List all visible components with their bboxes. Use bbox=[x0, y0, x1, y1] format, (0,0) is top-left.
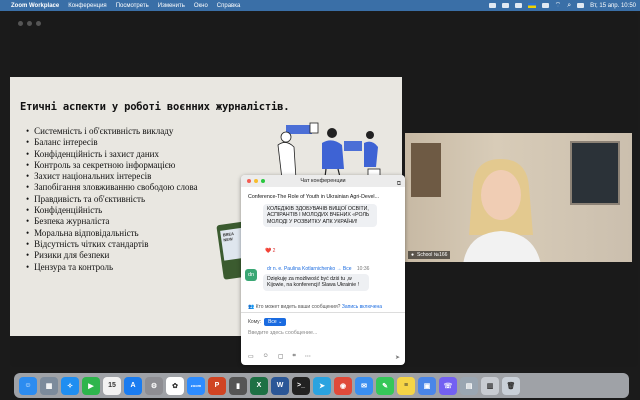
slide-bullet: Захист національних інтересів bbox=[26, 171, 198, 182]
video-board bbox=[570, 141, 620, 205]
launcher-icon[interactable]: ▮ bbox=[229, 376, 247, 395]
file-icon[interactable]: ▢ bbox=[278, 353, 284, 360]
screenshot-icon[interactable]: ⌗ bbox=[292, 353, 295, 360]
chat-message[interactable]: Dziękuję za możliwość być dziś tu ,w Kij… bbox=[263, 274, 369, 291]
zoom-tray-icon[interactable] bbox=[488, 3, 496, 8]
menu-window[interactable]: Окно bbox=[194, 3, 208, 9]
excel-icon[interactable]: X bbox=[250, 376, 268, 395]
word-icon[interactable]: W bbox=[271, 376, 289, 395]
slide-bullet: Відсутність чітких стандартів bbox=[26, 239, 198, 250]
wifi-icon[interactable]: ⌔ bbox=[555, 1, 562, 10]
app-store-icon[interactable]: A bbox=[124, 376, 142, 395]
zoom-window-button[interactable] bbox=[36, 21, 41, 26]
microphone-icon: ● bbox=[411, 252, 415, 258]
photos-icon[interactable]: ✿ bbox=[166, 376, 184, 395]
launchpad-icon[interactable]: ▦ bbox=[40, 376, 58, 395]
slide-bullet: Правдивість та об'єктивність bbox=[26, 194, 198, 205]
mail-icon[interactable]: ✉ bbox=[355, 376, 373, 395]
viber-icon[interactable]: ☏ bbox=[439, 376, 457, 395]
recipient-select[interactable]: Все ⌄ bbox=[264, 318, 287, 326]
terminal-icon[interactable]: >_ bbox=[292, 376, 310, 395]
slide-bullet: Контроль за секретною інформацією bbox=[26, 160, 198, 171]
minimize-window-button[interactable] bbox=[27, 21, 32, 26]
chat-message[interactable]: КОЛЕДЖІВ ЗДОБУВАЧІВ ВИЩОЇ ОСВІТИ, АСПІРА… bbox=[263, 204, 377, 227]
menu-view[interactable]: Посмотреть bbox=[116, 3, 149, 9]
avatar: dn bbox=[245, 269, 257, 281]
participant-figure bbox=[463, 159, 541, 262]
telegram-icon[interactable]: ➤ bbox=[313, 376, 331, 395]
emoji-icon[interactable]: ☺ bbox=[263, 353, 269, 360]
chat-message-input[interactable]: Введите здесь сообщение... bbox=[248, 330, 317, 336]
status-tray: ⌔ ⌕ Вт, 15 апр. 10:50 bbox=[488, 0, 636, 11]
format-icon[interactable]: ▭ bbox=[248, 353, 254, 360]
participant-name-badge: ● School №166 bbox=[408, 251, 451, 259]
chat-tray-icon[interactable] bbox=[501, 3, 509, 8]
chat-zoom-button[interactable] bbox=[261, 179, 265, 183]
spotlight-icon[interactable]: ⌕ bbox=[567, 2, 571, 10]
more-icon[interactable]: ⋯ bbox=[305, 353, 311, 360]
popout-icon[interactable]: ⧉ bbox=[397, 178, 401, 190]
recipient-label: Кому: bbox=[248, 319, 262, 325]
clock[interactable]: Вт, 15 апр. 10:50 bbox=[590, 3, 636, 9]
calendar-icon[interactable]: 15 bbox=[103, 376, 121, 395]
downloads-icon[interactable]: ▥ bbox=[481, 376, 499, 395]
slide-title: Етичні аспекти у роботі воєнних журналіс… bbox=[20, 101, 290, 113]
chat-close-button[interactable] bbox=[247, 179, 251, 183]
recording-notice: Запись включена bbox=[341, 304, 383, 310]
visibility-notice: 👥 Кто может видеть ваши сообщения? Запис… bbox=[248, 304, 382, 310]
slide-bullet: Запобігання зловживанню свободою слова bbox=[26, 182, 197, 193]
menu-conference[interactable]: Конференция bbox=[68, 3, 106, 9]
slide-bullet: Конфіденційність bbox=[26, 205, 198, 216]
chat-toolbar: ▭ ☺ ▢ ⌗ ⋯ bbox=[248, 353, 398, 360]
menu-edit[interactable]: Изменить bbox=[158, 3, 185, 9]
slide-bullet: Баланс інтересів bbox=[26, 137, 198, 148]
participant-name: School №166 bbox=[417, 252, 448, 258]
battery-icon[interactable] bbox=[541, 3, 549, 8]
notes-icon[interactable]: ≡ bbox=[397, 376, 415, 395]
messages-icon[interactable]: ✎ bbox=[376, 376, 394, 395]
video-shelf bbox=[411, 143, 441, 197]
dock: ☺ ▦ ✧ ▶ 15 A ⚙ ✿ zoom P ▮ X W >_ ➤ ◉ ✉ ✎ ≡ ▣ ☏ ▤ ▥ 🗑 bbox=[14, 373, 629, 398]
slide-bullet: Ризики для безпеки bbox=[26, 250, 198, 261]
chat-title-bar: Чат конференции ⧉ bbox=[241, 175, 405, 187]
send-icon[interactable]: ➤ bbox=[395, 354, 400, 361]
message-sender: dr n. e. Paulina Kotlarnichenko → Все 10… bbox=[267, 266, 369, 272]
menu-app-name[interactable]: Zoom Workplace bbox=[11, 3, 59, 9]
app-blue-icon[interactable]: ▣ bbox=[418, 376, 436, 395]
chat-divider bbox=[241, 312, 405, 313]
zoom-icon[interactable]: zoom bbox=[187, 376, 205, 395]
close-window-button[interactable] bbox=[18, 21, 23, 26]
trash-icon[interactable]: 🗑 bbox=[502, 376, 520, 395]
participant-video[interactable]: ● School №166 bbox=[405, 133, 632, 262]
slide-bullet: Конфіденційність і захист даних bbox=[26, 149, 198, 160]
slide-bullet: Цензура та контроль bbox=[26, 262, 198, 273]
slide-bullet-list: Системність і об'єктивність викладу Бала… bbox=[26, 126, 198, 273]
people-icon: 👥 bbox=[248, 304, 255, 310]
chat-title: Чат конференции bbox=[300, 178, 346, 184]
finder-icon[interactable]: ☺ bbox=[19, 376, 37, 395]
preview-icon[interactable]: ▤ bbox=[460, 376, 478, 395]
conference-name: Conference-The Role of Youth in Ukrainia… bbox=[248, 194, 380, 200]
slide-bullet: Системність і об'єктивність викладу bbox=[26, 126, 198, 137]
recipient-row: Кому: Все ⌄ bbox=[248, 318, 287, 326]
messenger-tray-icon[interactable] bbox=[514, 3, 522, 8]
menu-help[interactable]: Справка bbox=[217, 3, 241, 9]
chrome-icon[interactable]: ◉ bbox=[334, 376, 352, 395]
chat-panel: Чат конференции ⧉ Conference-The Role of… bbox=[241, 175, 405, 365]
slide-bullet: Безпека журналіста bbox=[26, 216, 198, 227]
powerpoint-icon[interactable]: P bbox=[208, 376, 226, 395]
settings-icon[interactable]: ⚙ bbox=[145, 376, 163, 395]
ukraine-flag-icon[interactable] bbox=[527, 3, 536, 8]
facetime-icon[interactable]: ▶ bbox=[82, 376, 100, 395]
sender-name[interactable]: dr n. e. Paulina Kotlarnichenko → Все bbox=[267, 266, 352, 272]
safari-icon[interactable]: ✧ bbox=[61, 376, 79, 395]
visibility-question[interactable]: Кто может видеть ваши сообщения? bbox=[256, 304, 341, 310]
heart-reaction[interactable]: ❤️ 2 bbox=[265, 248, 275, 254]
message-time: 10:36 bbox=[356, 266, 370, 272]
menu-bar: Zoom Workplace Конференция Посмотреть Из… bbox=[0, 0, 640, 11]
slide-bullet: Моральна відповідальність bbox=[26, 228, 198, 239]
control-center-icon[interactable] bbox=[577, 3, 585, 8]
chat-minimize-button[interactable] bbox=[254, 179, 258, 183]
